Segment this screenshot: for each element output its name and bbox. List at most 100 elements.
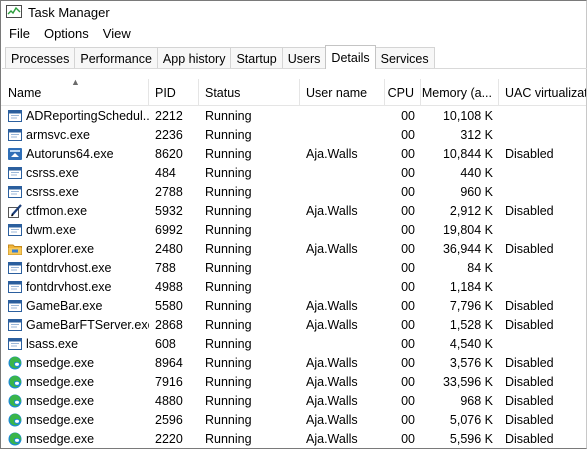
cell-status: Running xyxy=(205,355,252,370)
table-row[interactable]: dwm.exe 6992 Running 00 19,804 K xyxy=(1,220,586,239)
cell-name: csrss.exe xyxy=(1,163,149,182)
cell-uac-virtualization: Disabled xyxy=(505,298,554,313)
cell-cpu: 00 xyxy=(401,165,415,180)
tab-services[interactable]: Services xyxy=(374,47,435,69)
cell-memory: 10,844 K xyxy=(442,146,493,161)
table-row[interactable]: msedge.exe 2596 Running Aja.Walls 00 5,076 K D… xyxy=(1,410,586,429)
cell-pid: 4880 xyxy=(155,393,183,408)
cell-user-name: Aja.Walls xyxy=(306,317,358,332)
cell-uac-virtualization xyxy=(499,182,586,201)
process-name: GameBar.exe xyxy=(26,298,103,313)
cell-uac-virtualization: Disabled xyxy=(505,431,554,446)
table-row[interactable]: csrss.exe 2788 Running 00 960 K xyxy=(1,182,586,201)
cell-uac-virtualization: Disabled xyxy=(505,203,554,218)
cell-name: msedge.exe xyxy=(1,429,149,448)
process-name: msedge.exe xyxy=(26,355,95,370)
menu-options[interactable]: Options xyxy=(36,26,95,41)
process-name: dwm.exe xyxy=(26,222,77,237)
cell-status: Running xyxy=(205,222,252,237)
table-row[interactable]: GameBar.exe 5580 Running Aja.Walls 00 7,796 K… xyxy=(1,296,586,315)
tab-performance[interactable]: Performance xyxy=(74,47,158,69)
cell-cpu: 00 xyxy=(401,431,415,446)
cell-uac-virtualization xyxy=(499,106,586,125)
table-row[interactable]: fontdrvhost.exe 4988 Running 00 1,184 K xyxy=(1,277,586,296)
cell-memory: 3,576 K xyxy=(449,355,493,370)
table-row[interactable]: fontdrvhost.exe 788 Running 00 84 K xyxy=(1,258,586,277)
cell-name: GameBarFTServer.exe xyxy=(1,315,149,334)
edge-icon xyxy=(8,356,22,370)
cell-pid: 5580 xyxy=(155,298,183,313)
cell-pid: 2212 xyxy=(155,108,183,123)
table-row[interactable]: Autoruns64.exe 8620 Running Aja.Walls 00 10,8… xyxy=(1,144,586,163)
tab-startup[interactable]: Startup xyxy=(230,47,283,69)
table-row[interactable]: csrss.exe 484 Running 00 440 K xyxy=(1,163,586,182)
cell-user-name: Aja.Walls xyxy=(306,431,358,446)
table-row[interactable]: msedge.exe 7916 Running Aja.Walls 00 33,596 K… xyxy=(1,372,586,391)
cell-cpu: 00 xyxy=(401,355,415,370)
cell-status: Running xyxy=(205,203,252,218)
table-row[interactable]: ADReportingSchedul... 2212 Running 00 10,108… xyxy=(1,106,586,125)
pen-icon xyxy=(8,203,22,218)
table-row[interactable]: msedge.exe 4880 Running Aja.Walls 00 968 K Dis… xyxy=(1,391,586,410)
cell-status: Running xyxy=(205,241,252,256)
table-header: ▲ Name PID Status User name CPU Memory (… xyxy=(1,77,586,106)
cell-memory: 440 K xyxy=(460,165,493,180)
column-header-uac-virtualization[interactable]: UAC virtualizat... xyxy=(499,79,586,106)
cell-cpu: 00 xyxy=(401,222,415,237)
cell-cpu: 00 xyxy=(401,298,415,313)
table-row[interactable]: msedge.exe 2220 Running Aja.Walls 00 5,596 K D… xyxy=(1,429,586,448)
edge-icon xyxy=(8,413,22,427)
cell-name: GameBar.exe xyxy=(1,296,149,315)
tab-app-history[interactable]: App history xyxy=(156,47,232,69)
menu-view[interactable]: View xyxy=(95,26,137,41)
tab-processes[interactable]: Processes xyxy=(5,47,76,69)
title-bar[interactable]: Task Manager xyxy=(1,1,586,23)
column-header-status[interactable]: Status xyxy=(199,79,300,106)
edge-icon xyxy=(8,375,22,389)
sort-ascending-icon: ▲ xyxy=(71,77,80,87)
process-name: ctfmon.exe xyxy=(26,203,88,218)
process-name: Autoruns64.exe xyxy=(26,146,114,161)
window-icon xyxy=(8,337,22,351)
table-row[interactable]: armsvc.exe 2236 Running 00 312 K xyxy=(1,125,586,144)
column-header-user-name[interactable]: User name xyxy=(300,79,385,106)
cell-memory: 1,528 K xyxy=(449,317,493,332)
cell-cpu: 00 xyxy=(401,260,415,275)
cell-name: msedge.exe xyxy=(1,410,149,429)
cell-name: msedge.exe xyxy=(1,353,149,372)
cell-user-name: Aja.Walls xyxy=(306,146,358,161)
cell-pid: 2236 xyxy=(155,127,183,142)
cell-status: Running xyxy=(205,412,252,427)
cell-memory: 10,108 K xyxy=(442,108,493,123)
column-header-cpu[interactable]: CPU xyxy=(385,79,421,106)
cell-user-name xyxy=(300,220,385,239)
edge-icon xyxy=(8,432,22,446)
table-row[interactable]: GameBarFTServer.exe 2868 Running Aja.Walls 0… xyxy=(1,315,586,334)
menu-file[interactable]: File xyxy=(1,26,36,41)
cell-user-name xyxy=(300,258,385,277)
cell-user-name xyxy=(300,125,385,144)
window-icon xyxy=(8,223,22,237)
table-row[interactable]: msedge.exe 8964 Running Aja.Walls 00 3,576 K D… xyxy=(1,353,586,372)
cell-memory: 84 K xyxy=(467,260,493,275)
cell-pid: 788 xyxy=(155,260,176,275)
table-row[interactable]: ctfmon.exe 5932 Running Aja.Walls 00 2,912 K D… xyxy=(1,201,586,220)
cell-name: ADReportingSchedul... xyxy=(1,106,149,125)
window-icon xyxy=(8,166,22,180)
tab-details[interactable]: Details xyxy=(325,45,376,69)
column-header-pid[interactable]: PID xyxy=(149,79,199,106)
table-row[interactable]: explorer.exe 2480 Running Aja.Walls 00 36,944… xyxy=(1,239,586,258)
window-icon xyxy=(8,318,22,332)
cell-uac-virtualization xyxy=(499,258,586,277)
cell-cpu: 00 xyxy=(401,127,415,142)
cell-status: Running xyxy=(205,184,252,199)
table-row[interactable]: lsass.exe 608 Running 00 4,540 K xyxy=(1,334,586,353)
column-header-memory[interactable]: Memory (a... xyxy=(421,79,499,106)
cell-memory: 4,540 K xyxy=(449,336,493,351)
cell-pid: 8964 xyxy=(155,355,183,370)
process-name: armsvc.exe xyxy=(26,127,90,142)
window-icon xyxy=(8,299,22,313)
cell-name: msedge.exe xyxy=(1,372,149,391)
tab-users[interactable]: Users xyxy=(281,47,327,69)
cell-status: Running xyxy=(205,279,252,294)
